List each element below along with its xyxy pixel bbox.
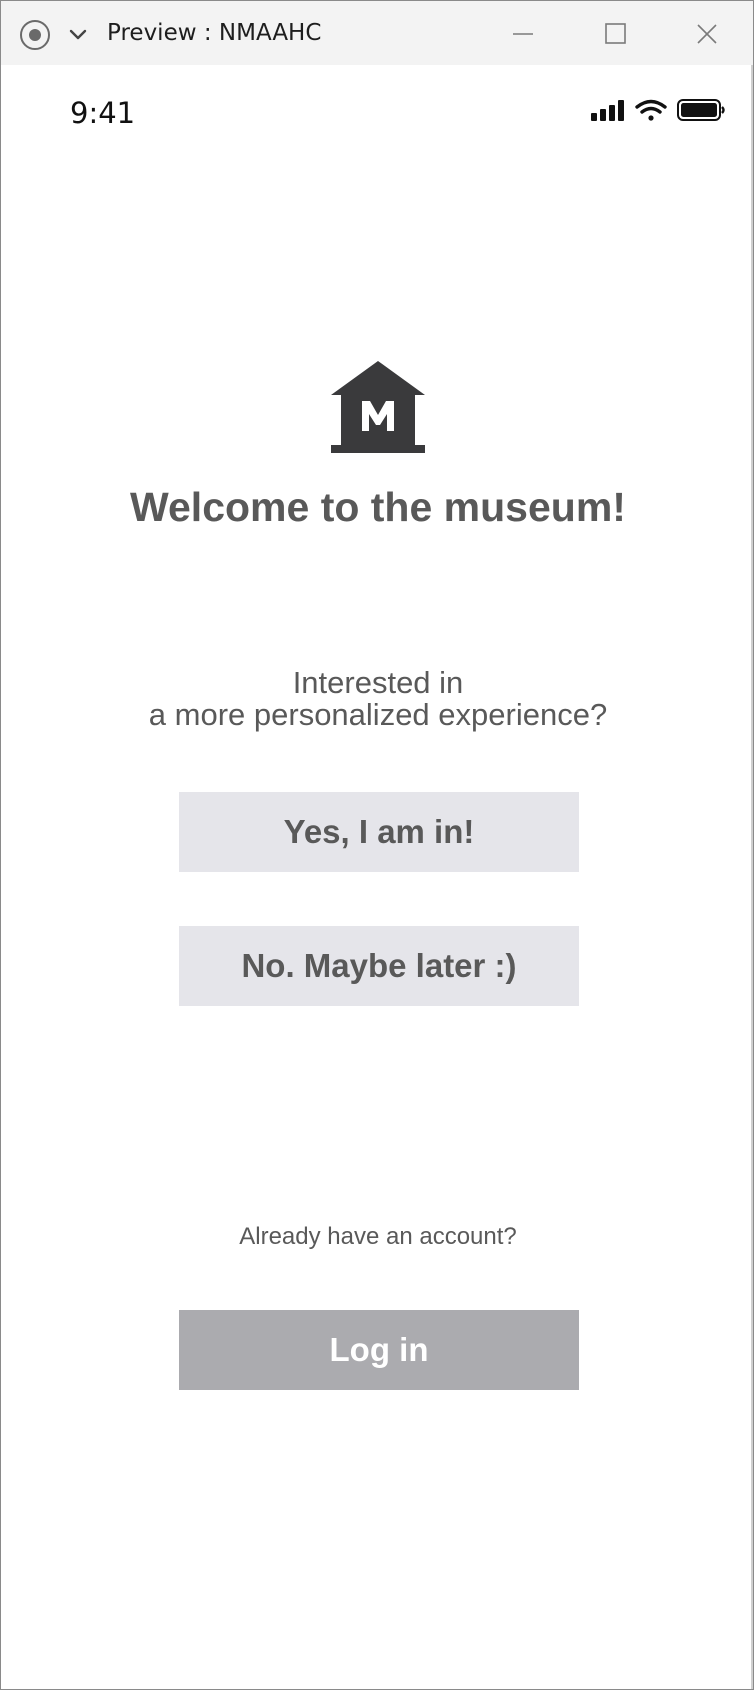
- title-bar: Preview : NMAAHC: [1, 1, 753, 65]
- prompt-line-1: Interested in: [292, 665, 464, 700]
- preview-window: Preview : NMAAHC 9:41 Welcome to the mus…: [0, 0, 754, 1690]
- personalization-prompt: Interested in a more personalized experi…: [1, 667, 754, 731]
- maximize-icon: [605, 23, 626, 44]
- record-icon[interactable]: [20, 20, 50, 50]
- status-time: 9:41: [70, 96, 136, 130]
- wifi-icon: [635, 99, 667, 121]
- maximize-button[interactable]: [569, 1, 661, 65]
- close-icon: [697, 24, 717, 44]
- account-prompt: Already have an account?: [239, 1223, 517, 1250]
- maybe-later-button[interactable]: No. Maybe later :): [179, 926, 579, 1006]
- battery-icon: [677, 99, 725, 121]
- window-title: Preview : NMAAHC: [107, 20, 322, 46]
- record-dot: [29, 29, 41, 41]
- signal-icon: [591, 100, 624, 121]
- prompt-line-2: a more personalized experience?: [148, 697, 608, 732]
- welcome-heading: Welcome to the museum!: [130, 484, 626, 530]
- yes-button[interactable]: Yes, I am in!: [179, 792, 579, 872]
- status-icons: [589, 97, 729, 127]
- chevron-down-icon[interactable]: [67, 23, 89, 45]
- window-edge: [751, 65, 753, 1689]
- minimize-icon: [513, 33, 533, 35]
- login-button[interactable]: Log in: [179, 1310, 579, 1390]
- minimize-button[interactable]: [477, 1, 569, 65]
- museum-logo-icon: [329, 359, 427, 455]
- close-button[interactable]: [661, 1, 753, 65]
